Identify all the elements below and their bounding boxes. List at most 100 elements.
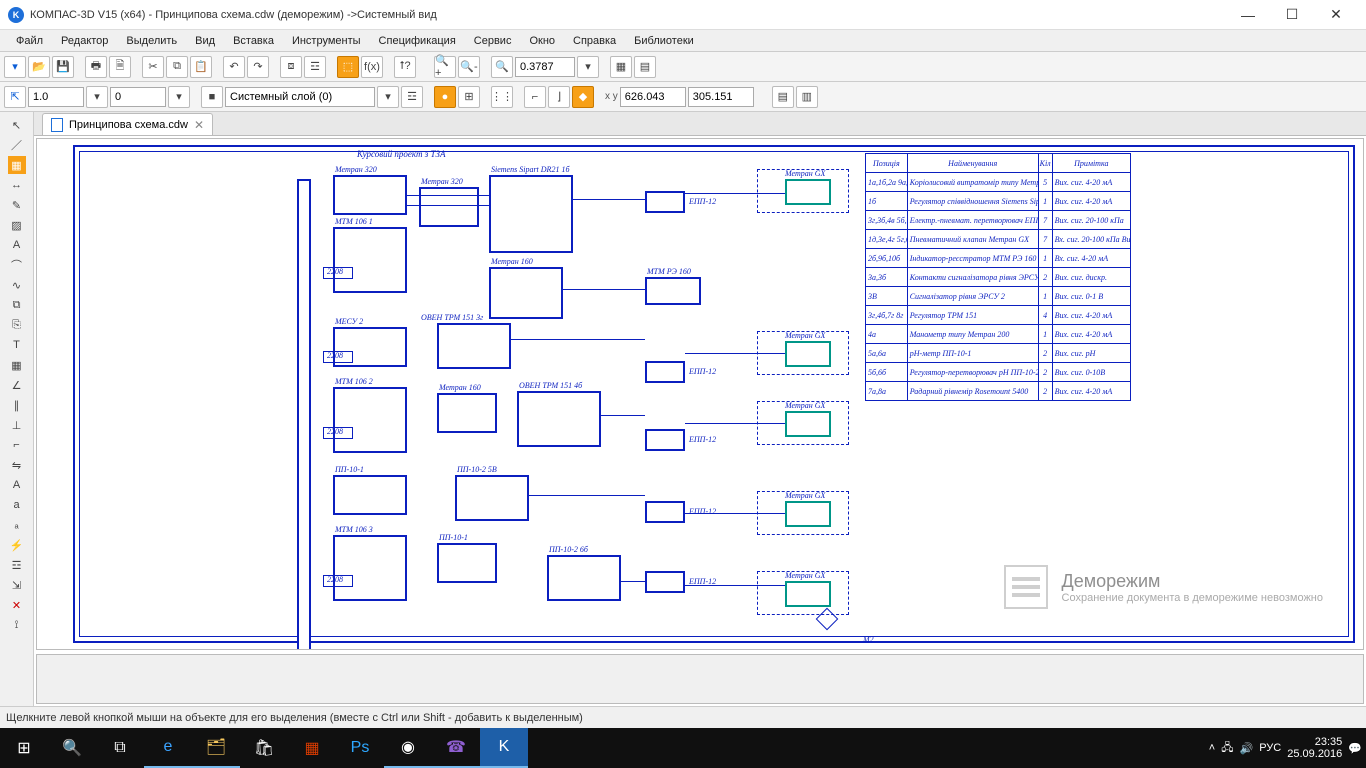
menu-window[interactable]: Окно <box>521 33 563 49</box>
zoom-fit-button[interactable]: 🔍 <box>491 56 513 78</box>
tool-spline-icon[interactable]: ∿ <box>8 276 26 294</box>
new-doc-button[interactable]: ▾ <box>4 56 26 78</box>
tool-font-icon[interactable]: A <box>8 476 26 494</box>
kompas-icon[interactable]: K <box>480 728 528 768</box>
properties-button[interactable]: ⧈ <box>280 56 302 78</box>
layer-dd[interactable]: ▾ <box>377 86 399 108</box>
layers-button[interactable]: ☲ <box>304 56 326 78</box>
viber-icon[interactable]: ☎ <box>432 728 480 768</box>
fx-button[interactable]: f(x) <box>361 56 383 78</box>
start-button[interactable]: ⊞ <box>0 728 48 768</box>
canvas[interactable]: Курсовий проект з ТЗА Метран 320 МТМ 106… <box>36 138 1364 650</box>
tray-lang[interactable]: РУС <box>1259 742 1281 754</box>
layer-select[interactable] <box>225 87 375 107</box>
tool-flash-icon[interactable]: ⚡ <box>8 536 26 554</box>
tool-mirror-icon[interactable]: ⇋ <box>8 456 26 474</box>
lineweight-dd[interactable]: ▾ <box>86 86 108 108</box>
tray-volume-icon[interactable]: 🔊 <box>1240 742 1254 755</box>
measure-button[interactable]: ▤ <box>772 86 794 108</box>
tool-table-icon[interactable]: ▦ <box>8 356 26 374</box>
menu-insert[interactable]: Вставка <box>225 33 282 49</box>
redo-button[interactable]: ↷ <box>247 56 269 78</box>
tool-par-icon[interactable]: ∥ <box>8 396 26 414</box>
cut-button[interactable]: ✂ <box>142 56 164 78</box>
tool-x-icon[interactable]: ✕ <box>8 596 26 614</box>
office-icon[interactable]: ▦ <box>288 728 336 768</box>
grid-button[interactable]: ⋮⋮ <box>491 86 513 108</box>
grid-a-button[interactable]: ▦ <box>610 56 632 78</box>
tool-link-icon[interactable]: ⇲ <box>8 576 26 594</box>
menu-help[interactable]: Справка <box>565 33 624 49</box>
task-view-icon[interactable]: ⧉ <box>96 728 144 768</box>
menu-select[interactable]: Выделить <box>118 33 185 49</box>
menu-file[interactable]: Файл <box>8 33 51 49</box>
paste-button[interactable]: 📋 <box>190 56 212 78</box>
menu-view[interactable]: Вид <box>187 33 223 49</box>
tool-measure2-icon[interactable]: ⟟ <box>8 616 26 634</box>
copy-button[interactable]: ⧉ <box>166 56 188 78</box>
tool-arc-icon[interactable]: ⌒ <box>8 256 26 274</box>
help-cursor-button[interactable]: ⭡? <box>394 56 416 78</box>
menu-libs[interactable]: Библиотеки <box>626 33 702 49</box>
tool-sub-icon[interactable]: ₐ <box>8 516 26 534</box>
undo-button[interactable]: ↶ <box>223 56 245 78</box>
tool-layer2-icon[interactable]: ☲ <box>8 556 26 574</box>
snap-end-button[interactable]: ◆ <box>572 86 594 108</box>
tool-select-icon[interactable]: ↖ <box>8 116 26 134</box>
menu-service[interactable]: Сервис <box>466 33 520 49</box>
tray-network-icon[interactable]: 🖧 <box>1221 739 1233 758</box>
tool-paste-icon[interactable]: ⎘ <box>8 316 26 334</box>
zoom-in-button[interactable]: 🔍+ <box>434 56 456 78</box>
edge-icon[interactable]: e <box>144 728 192 768</box>
preview-button[interactable]: 🗎 <box>109 56 131 78</box>
chrome-icon[interactable]: ◉ <box>384 728 432 768</box>
tool-copy-icon[interactable]: ⧉ <box>8 296 26 314</box>
coord-x-input[interactable] <box>620 87 686 107</box>
tool-hatch-icon[interactable]: ▨ <box>8 216 26 234</box>
snap-step-button[interactable]: ⌋ <box>548 86 570 108</box>
layer-mgr-button[interactable]: ☲ <box>401 86 423 108</box>
explorer-icon[interactable]: 🗂 <box>192 728 240 768</box>
open-button[interactable]: 📂 <box>28 56 50 78</box>
minimize-button[interactable]: — <box>1226 0 1270 30</box>
tool-bold-icon[interactable]: a <box>8 496 26 514</box>
tray-clock[interactable]: 23:35 25.09.2016 <box>1287 736 1342 760</box>
tool-text-icon[interactable]: A <box>8 236 26 254</box>
menu-editor[interactable]: Редактор <box>53 33 116 49</box>
tool-edit-icon[interactable]: ✎ <box>8 196 26 214</box>
close-button[interactable]: ✕ <box>1314 0 1358 30</box>
snap-button[interactable]: ⇱ <box>4 86 26 108</box>
tool-geometry-icon[interactable]: ▦ <box>8 156 26 174</box>
lineweight-input[interactable] <box>28 87 84 107</box>
tool-dim-icon[interactable]: ↔ <box>8 176 26 194</box>
variables-button[interactable]: ⬚ <box>337 56 359 78</box>
menu-tools[interactable]: Инструменты <box>284 33 369 49</box>
search-icon[interactable]: 🔍 <box>48 728 96 768</box>
grid-b-button[interactable]: ▤ <box>634 56 656 78</box>
linetype-input[interactable] <box>110 87 166 107</box>
store-icon[interactable]: 🛍 <box>240 728 288 768</box>
tray-notifications-icon[interactable]: 💬 <box>1348 742 1362 755</box>
property-panel[interactable] <box>36 654 1364 704</box>
menu-spec[interactable]: Спецификация <box>371 33 464 49</box>
zoom-input[interactable] <box>515 57 575 77</box>
tray-up-icon[interactable]: ˄ <box>1209 742 1215 754</box>
tool-corner-icon[interactable]: ⌐ <box>8 436 26 454</box>
misc-button[interactable]: ▥ <box>796 86 818 108</box>
tab-close-icon[interactable]: ✕ <box>194 118 204 132</box>
maximize-button[interactable]: ☐ <box>1270 0 1314 30</box>
zoom-out-button[interactable]: 🔍- <box>458 56 480 78</box>
tool-perp-icon[interactable]: ⊥ <box>8 416 26 434</box>
tool-t-icon[interactable]: T <box>8 336 26 354</box>
zoom-dropdown-button[interactable]: ▾ <box>577 56 599 78</box>
tab-document[interactable]: Принципова схема.cdw ✕ <box>42 113 213 135</box>
photoshop-icon[interactable]: Ps <box>336 728 384 768</box>
print-button[interactable]: 🖶 <box>85 56 107 78</box>
linetype-dd[interactable]: ▾ <box>168 86 190 108</box>
axis-button[interactable]: ⊞ <box>458 86 480 108</box>
snap-ortho-button[interactable]: ⌐ <box>524 86 546 108</box>
coord-y-input[interactable] <box>688 87 754 107</box>
save-button[interactable]: 💾 <box>52 56 74 78</box>
tool-line-icon[interactable]: ／ <box>8 136 26 154</box>
tool-angle-icon[interactable]: ∠ <box>8 376 26 394</box>
